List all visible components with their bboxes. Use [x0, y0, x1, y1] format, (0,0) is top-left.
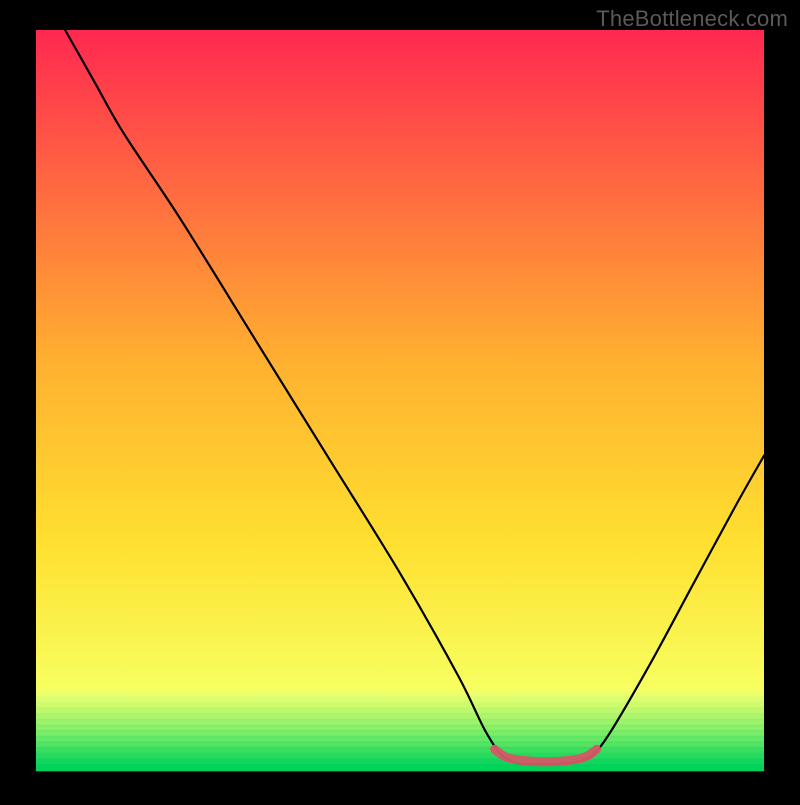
- bottleneck-chart: [0, 0, 800, 800]
- chart-frame: TheBottleneck.com: [0, 0, 800, 800]
- watermark-text: TheBottleneck.com: [596, 6, 788, 32]
- bottom-stripes: [36, 691, 764, 772]
